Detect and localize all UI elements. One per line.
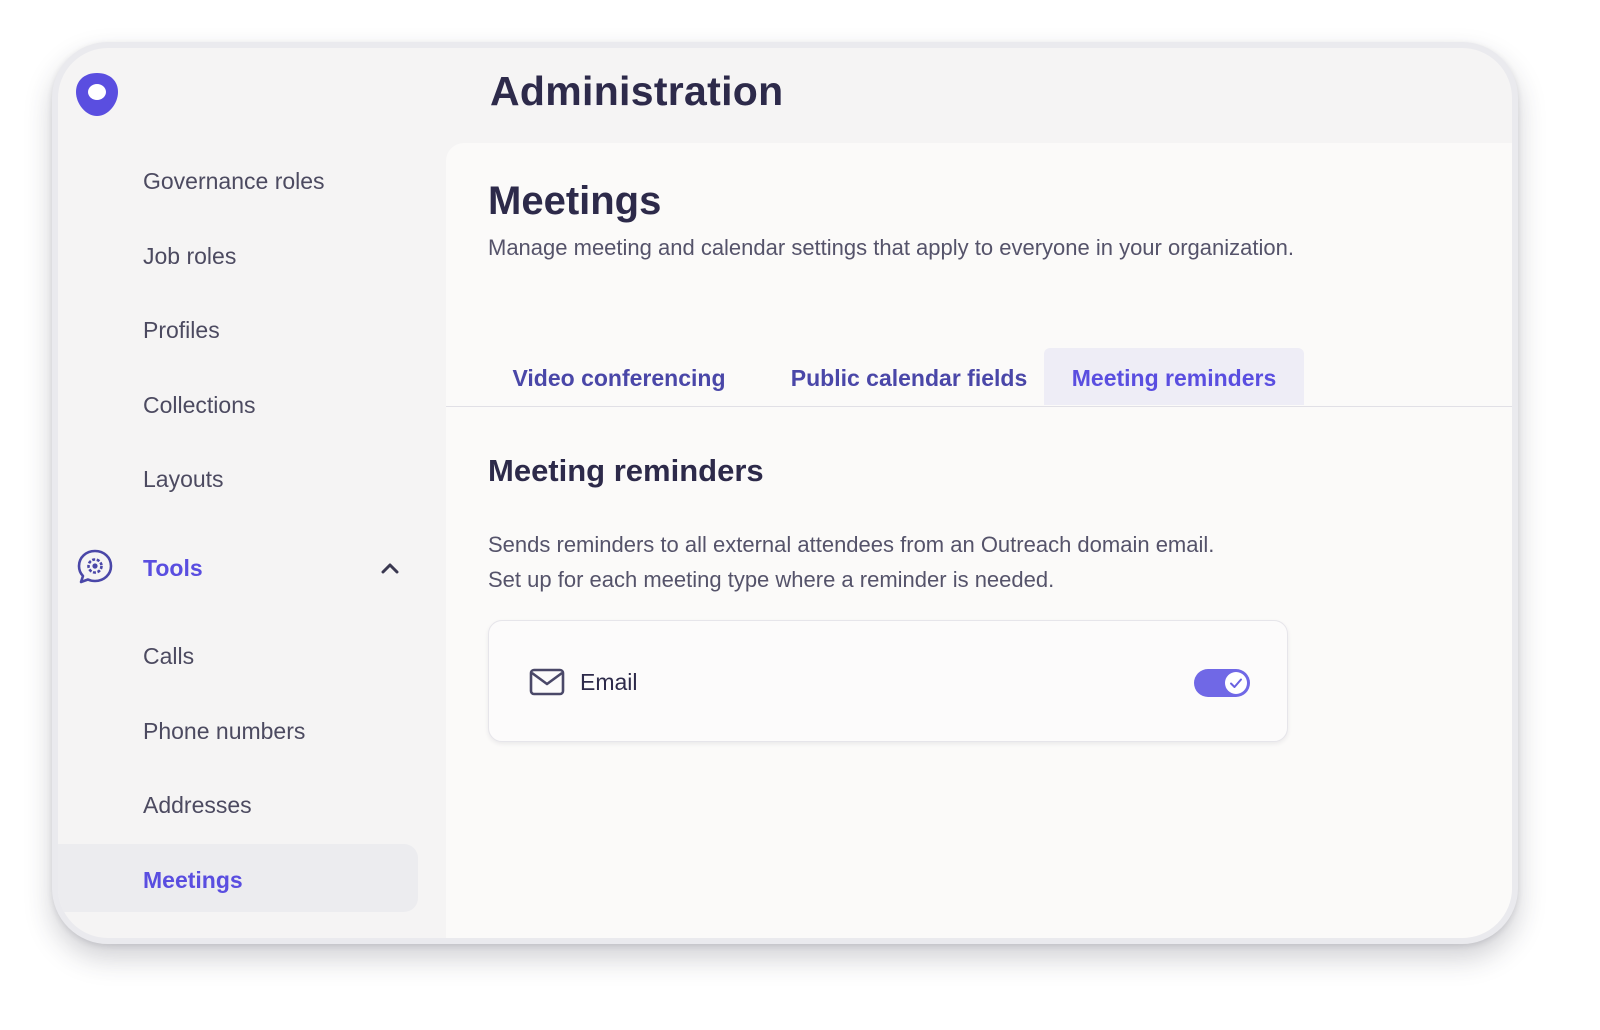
email-reminder-card: Email: [488, 620, 1288, 742]
app-title: Administration: [490, 68, 784, 114]
sidebar-item-tools[interactable]: Tools: [143, 555, 203, 582]
section-description-line-2: Set up for each meeting type where a rem…: [488, 567, 1055, 592]
sidebar-item-profiles[interactable]: Profiles: [143, 317, 220, 344]
email-toggle[interactable]: [1194, 669, 1250, 697]
tab-public-calendar-fields[interactable]: Public calendar fields: [764, 348, 1054, 405]
gear-chat-icon: [77, 549, 113, 584]
check-icon: [1230, 678, 1242, 688]
sidebar-item-job-roles[interactable]: Job roles: [143, 243, 236, 270]
email-label: Email: [580, 669, 638, 695]
page-title: Meetings: [488, 179, 662, 223]
mail-icon: [529, 668, 565, 696]
sidebar-item-collections[interactable]: Collections: [143, 392, 256, 419]
main-panel: Meetings Manage meeting and calendar set…: [446, 143, 1512, 938]
tab-video-conferencing[interactable]: Video conferencing: [488, 348, 750, 405]
sidebar-item-governance-roles[interactable]: Governance roles: [143, 168, 325, 195]
section-description-line-1: Sends reminders to all external attendee…: [488, 532, 1215, 557]
tab-bar: Video conferencing Public calendar field…: [446, 348, 1512, 407]
sidebar-item-meetings[interactable]: Meetings: [143, 867, 243, 894]
sidebar-item-addresses[interactable]: Addresses: [143, 792, 252, 819]
app-window: Administration Governance roles Job role…: [52, 42, 1518, 944]
outreach-logo-icon[interactable]: [72, 70, 122, 120]
sidebar-item-layouts[interactable]: Layouts: [143, 466, 224, 493]
section-description: Sends reminders to all external attendee…: [488, 527, 1214, 597]
sidebar-item-calls[interactable]: Calls: [143, 643, 194, 670]
toggle-knob: [1225, 672, 1247, 694]
page-subtitle: Manage meeting and calendar settings tha…: [488, 235, 1294, 260]
sidebar-item-phone-numbers[interactable]: Phone numbers: [143, 718, 305, 745]
section-title: Meeting reminders: [488, 453, 764, 488]
chevron-up-icon[interactable]: [378, 558, 402, 578]
tab-meeting-reminders[interactable]: Meeting reminders: [1044, 348, 1304, 405]
